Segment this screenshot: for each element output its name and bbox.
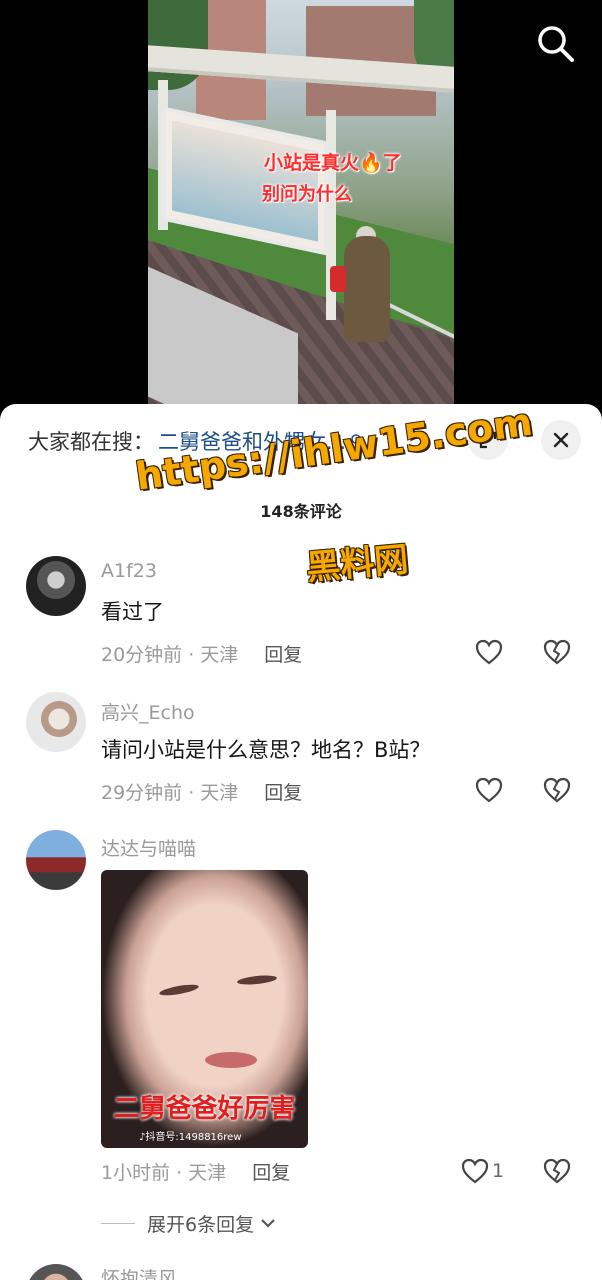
comment-text[interactable]: 看过了 (101, 596, 164, 626)
comment-text[interactable]: 请问小站是什么意思？地名？B站？ (101, 734, 430, 764)
video-player[interactable]: 小站是真火🔥了 别问为什么 (0, 0, 602, 420)
comment-time-location: 20分钟前 · 天津 (101, 644, 239, 666)
comment-count: 148条评论 (260, 502, 342, 521)
broken-heart-icon[interactable] (542, 637, 572, 667)
video-frame[interactable]: 小站是真火🔥了 别问为什么 (148, 0, 454, 420)
video-caption-line2: 别问为什么 (262, 184, 352, 205)
comment-meta: 29分钟前 · 天津 回复 (101, 778, 302, 805)
reply-button[interactable]: 回复 (264, 778, 302, 805)
comment-username[interactable]: 怀抱清风 (101, 1264, 177, 1280)
video-red-bag (330, 266, 346, 292)
like-count: 1 (492, 1160, 505, 1182)
comment-image-caption: 二舅爸爸好厉害 (113, 1094, 296, 1124)
heart-icon[interactable] (460, 1156, 490, 1186)
comment-image[interactable]: 二舅爸爸好厉害 ♪抖音号:1498816rew (101, 870, 308, 1148)
search-icon (538, 26, 574, 62)
close-icon (553, 432, 569, 448)
comment-username[interactable]: 高兴_Echo (101, 698, 195, 725)
avatar[interactable] (26, 556, 86, 616)
reply-button[interactable]: 回复 (264, 640, 302, 667)
image-eye (158, 982, 200, 998)
reply-button[interactable]: 回复 (252, 1158, 290, 1185)
comment-meta: 1小时前 · 天津 回复 (101, 1158, 290, 1185)
comment-time-location: 29分钟前 · 天津 (101, 782, 239, 804)
expand-replies-button[interactable]: 展开6条回复 (101, 1210, 278, 1237)
broken-heart-icon[interactable] (542, 775, 572, 805)
comment-meta: 20分钟前 · 天津 回复 (101, 640, 302, 667)
image-lips (205, 1052, 257, 1068)
image-eye (236, 973, 278, 987)
comment-image-watermark: ♪抖音号:1498816rew (139, 1132, 242, 1143)
comment-sheet: 大家都在搜： 二舅爸爸和外甥女... 148条评论 (0, 404, 602, 1280)
comment-username[interactable]: 达达与喵喵 (101, 834, 196, 861)
video-person (344, 236, 390, 342)
divider (101, 1223, 135, 1224)
search-suggestion-prefix: 大家都在搜： (28, 430, 154, 454)
chevron-down-icon (261, 1218, 275, 1228)
broken-heart-icon[interactable] (542, 1156, 572, 1186)
search-button[interactable] (534, 22, 576, 64)
heart-icon[interactable] (474, 775, 504, 805)
watermark-name: 黑料网 (304, 539, 410, 589)
video-caption-line1: 小站是真火🔥了 (264, 152, 402, 174)
close-button[interactable] (541, 420, 581, 460)
comment-time-location: 1小时前 · 天津 (101, 1162, 227, 1184)
expand-replies-label: 展开6条回复 (147, 1214, 255, 1236)
heart-icon[interactable] (474, 637, 504, 667)
avatar[interactable] (26, 830, 86, 890)
comment-username[interactable]: A1f23 (101, 560, 157, 582)
avatar[interactable] (26, 692, 86, 752)
